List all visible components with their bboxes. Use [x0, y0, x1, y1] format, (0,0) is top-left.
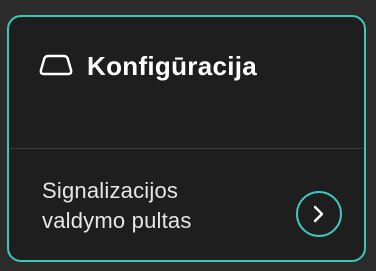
- list-item-label-line-1: Signalizacijos: [42, 178, 179, 203]
- list-item-label: Signalizacijos valdymo pultas: [42, 176, 192, 236]
- card-header: Konfigūracija: [9, 17, 364, 148]
- list-item-label-line-2: valdymo pultas: [42, 208, 192, 233]
- open-item-button[interactable]: [296, 191, 342, 237]
- card-title: Konfigūracija: [87, 51, 258, 81]
- list-item-alarm-control-panel[interactable]: Signalizacijos valdymo pultas: [9, 149, 364, 260]
- chevron-right-icon: [312, 204, 326, 224]
- configuration-card: Konfigūracija Signalizacijos valdymo pul…: [7, 15, 366, 262]
- rounded-shape-icon: [39, 54, 73, 76]
